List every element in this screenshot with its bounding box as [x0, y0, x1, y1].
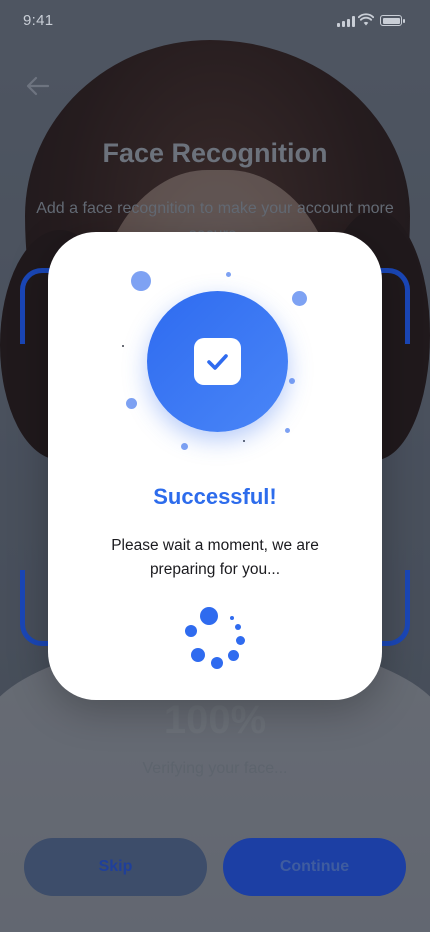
- decor-dot: [181, 443, 188, 450]
- status-time: 9:41: [23, 12, 54, 29]
- decor-dot: [126, 398, 137, 409]
- decor-dot: [285, 428, 290, 433]
- decor-dot: [292, 291, 307, 306]
- check-badge: [194, 338, 241, 385]
- signal-icon: [337, 16, 355, 27]
- status-bar: 9:41: [0, 0, 430, 44]
- dialog-message: Please wait a moment, we are preparing f…: [111, 537, 319, 578]
- scan-status-text: Verifying your face...: [142, 760, 288, 777]
- decor-dot: [131, 271, 151, 291]
- loading-spinner-icon: [183, 606, 247, 670]
- skip-button[interactable]: Skip: [24, 838, 207, 896]
- scan-progress-percent: 100%: [163, 698, 267, 742]
- dialog-title: Successful!: [153, 484, 277, 509]
- face-recognition-screen: 9:41 Face Recognition Add a face recogni…: [0, 0, 430, 932]
- check-icon: [207, 354, 228, 370]
- scan-frame-corner-top-right: [378, 268, 410, 344]
- back-arrow-icon[interactable]: [24, 72, 52, 100]
- continue-button[interactable]: Continue: [223, 838, 406, 896]
- scan-frame-corner-bottom-right: [378, 570, 410, 646]
- decor-dot: [226, 272, 231, 277]
- decor-dot: [289, 378, 295, 384]
- success-circle: [147, 291, 288, 432]
- decor-dot: [243, 440, 245, 442]
- wifi-icon: [358, 13, 374, 26]
- page-title: Face Recognition: [102, 138, 328, 168]
- decor-dot: [122, 345, 124, 347]
- battery-icon: [380, 15, 405, 26]
